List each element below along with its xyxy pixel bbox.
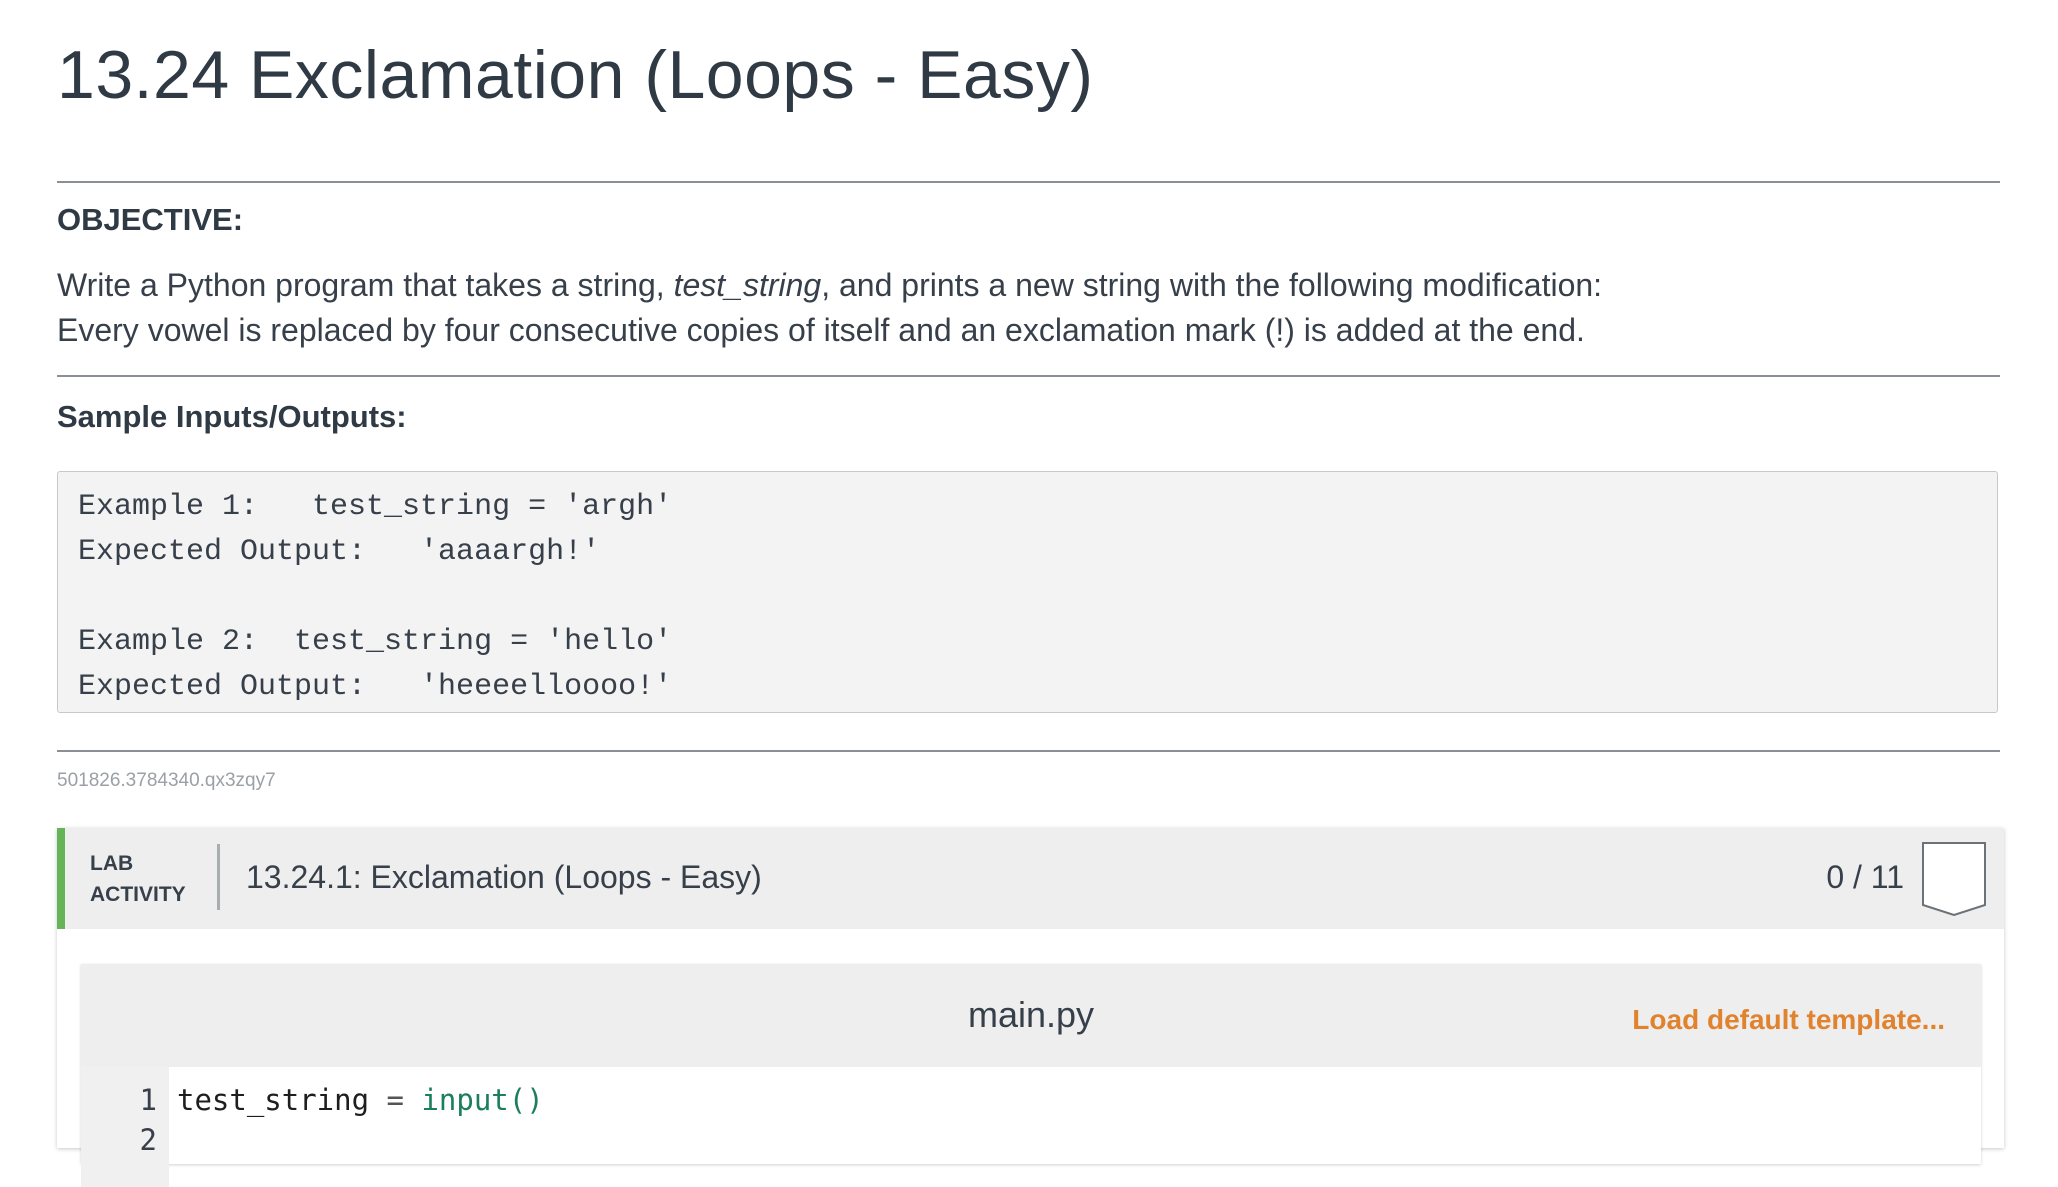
lab-id: 501826.3784340.qx3zqy7: [57, 770, 276, 791]
lab-label-line-1: LAB: [90, 852, 134, 875]
sample-line: Example 1: test_string = 'argh': [78, 490, 673, 524]
code-function: input(): [421, 1083, 544, 1117]
lab-title: 13.24.1: Exclamation (Loops - Easy): [246, 859, 762, 895]
lab-activity-card: LAB ACTIVITY 13.24.1: Exclamation (Loops…: [57, 828, 2004, 1187]
objective-heading: OBJECTIVE:: [57, 202, 244, 237]
sample-line: Expected Output: 'aaaargh!': [78, 535, 601, 569]
lab-label-line-2: ACTIVITY: [90, 883, 186, 906]
line-number: 2: [139, 1123, 157, 1157]
editor-toolbar: main.py Load default template...: [81, 964, 1981, 1067]
sample-line: Example 2: test_string = 'hello': [78, 625, 673, 659]
code-line[interactable]: test_string = input(): [177, 1083, 544, 1117]
editor-gutter: 1 2: [81, 1067, 169, 1187]
page-title: 13.24 Exclamation (Loops - Easy): [57, 37, 1094, 113]
divider: [57, 181, 2000, 183]
load-default-template-button[interactable]: Load default template...: [1632, 1004, 1945, 1036]
lab-header-divider: [217, 844, 220, 910]
samples-heading: Sample Inputs/Outputs:: [57, 399, 407, 434]
score-badge-icon: [1922, 842, 1986, 916]
objective-line-1: Write a Python program that takes a stri…: [57, 263, 1602, 308]
objective-line-2: Every vowel is replaced by four consecut…: [57, 312, 1585, 348]
objective-line-1-post: , and prints a new string with the follo…: [821, 267, 1603, 303]
lab-activity-label: LAB ACTIVITY: [90, 848, 186, 910]
divider: [57, 750, 2000, 752]
objective-variable: test_string: [673, 267, 822, 303]
divider: [57, 375, 2000, 377]
code-operator: =: [369, 1083, 422, 1117]
line-number: 1: [139, 1083, 157, 1117]
code-variable: test_string: [177, 1083, 370, 1117]
sample-io-box: Example 1: test_string = 'argh' Expected…: [57, 471, 1998, 713]
objective-line-1-pre: Write a Python program that takes a stri…: [57, 267, 674, 303]
sample-line: Expected Output: 'heeeelloooo!': [78, 670, 673, 704]
lab-header: LAB ACTIVITY 13.24.1: Exclamation (Loops…: [57, 828, 2004, 929]
objective-text: Write a Python program that takes a stri…: [57, 263, 1602, 353]
lab-score: 0 / 11: [1826, 859, 1904, 895]
code-editor: main.py Load default template... 1 2 tes…: [81, 964, 1981, 1187]
